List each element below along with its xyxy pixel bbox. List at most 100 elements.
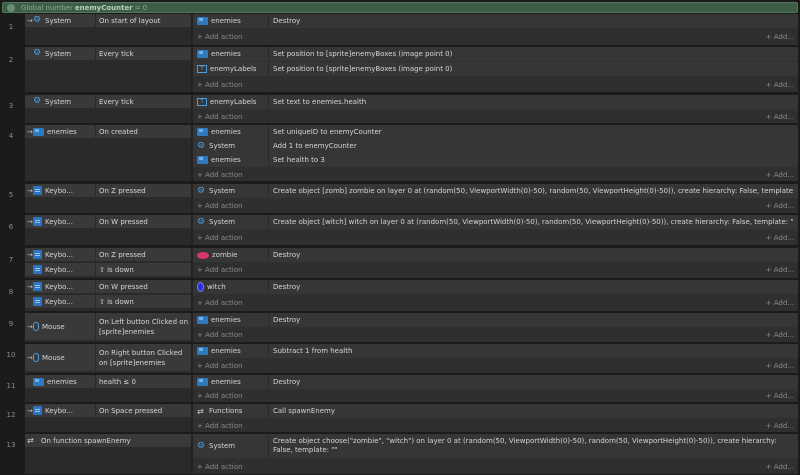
add-action-link[interactable]: + Add action <box>197 171 242 179</box>
actions-block[interactable]: ⚙ System Create object [witch] witch on l… <box>193 215 798 245</box>
actions-block[interactable]: ⚙ System Create object [zomb] zombie on l… <box>193 184 798 213</box>
conditions-block[interactable]: → Keybo... On Z pressed Keybo... ⇧ is do… <box>25 248 191 278</box>
add-action-link[interactable]: + Add action <box>197 422 242 430</box>
add-action-link[interactable]: + Add action <box>197 463 242 471</box>
conditions-block[interactable]: → Keybo... On W pressed Keybo... ⇧ is do… <box>25 280 191 311</box>
event-row-7[interactable]: 7 → Keybo... On Z pressed Keybo... ⇧ is … <box>0 248 800 278</box>
condition-row[interactable]: → Keybo... On Space pressed <box>25 404 191 418</box>
action-row[interactable]: ⇄ Functions Call spawnEnemy <box>193 404 798 418</box>
add-action-link[interactable]: + Add action <box>197 266 242 274</box>
event-row-12[interactable]: 12 → Keybo... On Space pressed ⇄ Function… <box>0 404 800 432</box>
condition-row[interactable]: ⇄ On function spawnEnemy <box>25 434 191 448</box>
condition-row[interactable]: → Keybo... On Z pressed <box>25 184 191 198</box>
condition-row[interactable]: Keybo... ⇧ is down <box>25 295 191 309</box>
event-row-2[interactable]: 2 ⚙ System Every tick enemies Set positio… <box>0 47 800 92</box>
action-row[interactable]: ⚙ System Create object [zomb] zombie on l… <box>193 184 798 198</box>
action-row[interactable]: enemies Set position to [sprite]enemyBox… <box>193 47 798 61</box>
action-text: Destroy <box>273 378 301 386</box>
add-more-link[interactable]: + Add... <box>766 299 794 307</box>
action-row[interactable]: zombie Destroy <box>193 248 798 262</box>
add-action-link[interactable]: + Add action <box>197 33 242 41</box>
actions-block[interactable]: enemies Destroy + Add action + Add... <box>193 14 798 45</box>
condition-row[interactable]: → Mouse On Left button Clicked on [sprit… <box>25 313 191 341</box>
add-more-link[interactable]: + Add... <box>766 422 794 430</box>
event-row-9[interactable]: 9 → Mouse On Left button Clicked on [spr… <box>0 313 800 342</box>
condition-row[interactable]: → Keybo... On Z pressed <box>25 248 191 262</box>
add-more-link[interactable]: + Add... <box>766 234 794 242</box>
add-more-link[interactable]: + Add... <box>766 463 794 471</box>
conditions-block[interactable]: ⚙ System Every tick <box>25 47 191 92</box>
action-row[interactable]: witch Destroy <box>193 280 798 294</box>
action-row[interactable]: TenemyLabels Set text to enemies.health <box>193 95 798 109</box>
condition-row[interactable]: Keybo... ⇧ is down <box>25 263 191 277</box>
conditions-block[interactable]: → enemies On created <box>25 125 191 181</box>
add-more-link[interactable]: + Add... <box>766 362 794 370</box>
conditions-block[interactable]: ⚙ System Every tick <box>25 95 191 123</box>
add-more-link[interactable]: + Add... <box>766 33 794 41</box>
condition-row[interactable]: → Keybo... On W pressed <box>25 215 191 229</box>
actions-block[interactable]: ⚙ System Create object choose("zombie", "… <box>193 434 798 474</box>
conditions-block[interactable]: → ⚙ System On start of layout <box>25 14 191 45</box>
event-row-1[interactable]: 1 → ⚙ System On start of layout enemies D… <box>0 14 800 45</box>
add-action-link[interactable]: + Add action <box>197 362 242 370</box>
action-row[interactable]: enemies Destroy <box>193 375 798 389</box>
action-row[interactable]: enemies Destroy <box>193 313 798 327</box>
add-more-link[interactable]: + Add... <box>766 113 794 121</box>
actions-block[interactable]: enemies Set uniqueID to enemyCounter ⚙ Sy… <box>193 125 798 181</box>
add-action-link[interactable]: + Add action <box>197 113 242 121</box>
condition-row[interactable]: → enemies On created <box>25 125 191 139</box>
event-row-5[interactable]: 5 → Keybo... On Z pressed ⚙ System Create… <box>0 184 800 213</box>
add-action-link[interactable]: + Add action <box>197 81 242 89</box>
event-row-6[interactable]: 6 → Keybo... On W pressed ⚙ System Create… <box>0 215 800 245</box>
conditions-block[interactable]: → Mouse On Left button Clicked on [sprit… <box>25 313 191 342</box>
add-more-link[interactable]: + Add... <box>766 392 794 400</box>
actions-block[interactable]: ⇄ Functions Call spawnEnemy + Add action … <box>193 404 798 432</box>
action-row[interactable]: enemies Set uniqueID to enemyCounter <box>193 125 798 139</box>
event-row-8[interactable]: 8 → Keybo... On W pressed Keybo... ⇧ is … <box>0 280 800 311</box>
add-more-link[interactable]: + Add... <box>766 202 794 210</box>
add-action-link[interactable]: + Add action <box>197 299 242 307</box>
actions-block[interactable]: enemies Destroy + Add action + Add... <box>193 375 798 402</box>
add-action-link[interactable]: + Add action <box>197 392 242 400</box>
add-action-link[interactable]: + Add action <box>197 234 242 242</box>
action-row[interactable]: enemies Destroy <box>193 14 798 28</box>
global-variable-bar[interactable]: Global number enemyCounter = 0 <box>2 2 798 13</box>
gear-icon: ⚙ <box>197 217 206 227</box>
condition-row[interactable]: ⚙ System Every tick <box>25 95 191 109</box>
add-more-link[interactable]: + Add... <box>766 81 794 89</box>
add-action-link[interactable]: + Add action <box>197 202 242 210</box>
event-row-4[interactable]: 4 → enemies On created enemies Set uniqu… <box>0 125 800 181</box>
action-row[interactable]: ⚙ System Add 1 to enemyCounter <box>193 139 798 153</box>
event-row-13[interactable]: 13 ⇄ On function spawnEnemy ⚙ System Crea… <box>0 434 800 474</box>
add-more-link[interactable]: + Add... <box>766 266 794 274</box>
conditions-block[interactable]: → Mouse On Right button Clicked on [spri… <box>25 344 191 373</box>
conditions-block[interactable]: → Keybo... On W pressed <box>25 215 191 245</box>
condition-row[interactable]: → Keybo... On W pressed <box>25 280 191 294</box>
event-number: 8 <box>8 288 14 296</box>
add-more-link[interactable]: + Add... <box>766 331 794 339</box>
condition-row[interactable]: → Mouse On Right button Clicked on [spri… <box>25 344 191 372</box>
action-row[interactable]: enemies Subtract 1 from health <box>193 344 798 358</box>
actions-block[interactable]: TenemyLabels Set text to enemies.health … <box>193 95 798 123</box>
action-row[interactable]: enemies Set health to 3 <box>193 153 798 167</box>
action-row[interactable]: TenemyLabels Set position to [sprite]ene… <box>193 62 798 76</box>
actions-block[interactable]: enemies Destroy + Add action + Add... <box>193 313 798 342</box>
conditions-block[interactable]: → Keybo... On Z pressed <box>25 184 191 213</box>
conditions-block[interactable]: enemies health ≤ 0 <box>25 375 191 402</box>
actions-block[interactable]: enemies Subtract 1 from health + Add act… <box>193 344 798 373</box>
event-row-10[interactable]: 10 → Mouse On Right button Clicked on [s… <box>0 344 800 373</box>
action-row[interactable]: ⚙ System Create object [witch] witch on l… <box>193 215 798 229</box>
actions-block[interactable]: enemies Set position to [sprite]enemyBox… <box>193 47 798 92</box>
add-more-link[interactable]: + Add... <box>766 171 794 179</box>
action-row[interactable]: ⚙ System Create object choose("zombie", "… <box>193 434 798 458</box>
add-action-link[interactable]: + Add action <box>197 331 242 339</box>
actions-block[interactable]: zombie Destroy + Add action + Add... <box>193 248 798 278</box>
conditions-block[interactable]: ⇄ On function spawnEnemy <box>25 434 191 474</box>
event-row-11[interactable]: 11 enemies health ≤ 0 enemies Destroy + … <box>0 375 800 402</box>
condition-row[interactable]: → ⚙ System On start of layout <box>25 14 191 28</box>
condition-row[interactable]: enemies health ≤ 0 <box>25 375 191 389</box>
condition-row[interactable]: ⚙ System Every tick <box>25 47 191 61</box>
event-row-3[interactable]: 3 ⚙ System Every tick TenemyLabels Set te… <box>0 95 800 123</box>
conditions-block[interactable]: → Keybo... On Space pressed <box>25 404 191 432</box>
actions-block[interactable]: witch Destroy + Add action + Add... <box>193 280 798 311</box>
